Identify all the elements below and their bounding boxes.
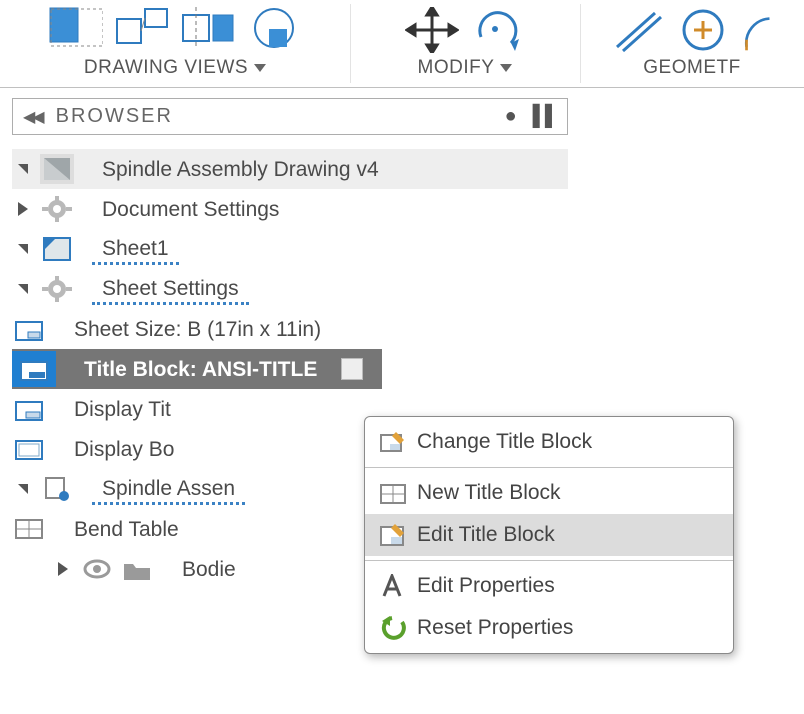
menu-item-label: New Title Block (417, 481, 561, 505)
tree-node-title-block[interactable]: Title Block: ANSI-TITLE (12, 349, 382, 389)
menu-item-reset-properties[interactable]: Reset Properties (365, 607, 733, 649)
section-view-icon[interactable] (181, 7, 235, 53)
change-icon (379, 429, 407, 455)
edit-properties-icon (379, 573, 407, 599)
new-title-block-icon (379, 480, 407, 506)
tree-node-sheet[interactable]: Sheet1 (12, 229, 568, 269)
edit-title-block-icon (379, 522, 407, 548)
sheet-size-icon (12, 314, 46, 344)
expand-toggle[interactable] (12, 198, 34, 220)
menu-item-label: Edit Title Block (417, 523, 555, 547)
menu-item-label: Edit Properties (417, 574, 555, 598)
projected-view-icon[interactable] (115, 7, 169, 53)
line-icon[interactable] (611, 7, 665, 53)
title-block-icon (12, 394, 46, 424)
context-menu: Change Title Block New Title Block Edit … (364, 416, 734, 654)
arc-icon[interactable] (743, 7, 773, 53)
tree-node-label: Bend Table (64, 515, 189, 544)
menu-item-change-title-block[interactable]: Change Title Block (365, 421, 733, 463)
dock-icon[interactable]: ▌▌ (533, 105, 557, 128)
visibility-icon[interactable] (80, 554, 114, 584)
menu-separator (365, 467, 733, 468)
component-icon (40, 474, 74, 504)
options-toggle[interactable] (341, 358, 363, 380)
tree-node-sheet-size[interactable]: Sheet Size: B (17in x 11in) (12, 309, 568, 349)
tree-node-label: Bodie (172, 555, 246, 584)
reset-icon (379, 615, 407, 641)
expand-toggle[interactable] (12, 478, 34, 500)
ribbon-group-label: GEOMETF (643, 57, 740, 79)
ribbon-toolbar: DRAWING VIEWS MODIFY (0, 0, 804, 88)
ribbon-group-label[interactable]: DRAWING VIEWS (84, 57, 266, 79)
tree-node-label: Spindle Assen (92, 474, 245, 505)
chevron-down-icon (500, 64, 512, 72)
title-block-icon (12, 351, 56, 387)
chevron-down-icon (254, 64, 266, 72)
expand-toggle[interactable] (12, 238, 34, 260)
minimize-icon[interactable]: ● (505, 105, 519, 128)
ribbon-group-drawing-views: DRAWING VIEWS (0, 0, 350, 87)
tree-node-label: Sheet Size: B (17in x 11in) (64, 315, 331, 344)
tree-node-doc-settings[interactable]: Document Settings (12, 189, 568, 229)
base-view-icon[interactable] (49, 7, 103, 53)
ribbon-group-label[interactable]: MODIFY (418, 57, 513, 79)
tree-node-label: Spindle Assembly Drawing v4 (92, 155, 389, 184)
menu-item-edit-title-block[interactable]: Edit Title Block (365, 514, 733, 556)
expand-toggle[interactable] (12, 158, 34, 180)
gear-icon (40, 274, 74, 304)
tree-node-root[interactable]: Spindle Assembly Drawing v4 (12, 149, 568, 189)
tree-node-label: Display Tit (64, 395, 181, 424)
circle-icon[interactable] (677, 7, 731, 53)
menu-separator (365, 560, 733, 561)
browser-title: BROWSER (56, 105, 173, 128)
tree-node-label: Sheet Settings (92, 274, 249, 305)
folder-icon (120, 554, 154, 584)
expand-toggle[interactable] (52, 558, 74, 580)
tree-node-label: Display Bo (64, 435, 184, 464)
tree-node-label: Sheet1 (92, 234, 179, 265)
gear-icon (40, 194, 74, 224)
detail-view-icon[interactable] (247, 7, 301, 53)
menu-item-label: Reset Properties (417, 616, 573, 640)
expand-toggle[interactable] (12, 278, 34, 300)
drawing-icon (40, 154, 74, 184)
tree-node-label: Document Settings (92, 195, 289, 224)
tree-node-label: Title Block: ANSI-TITLE (74, 355, 327, 384)
menu-item-edit-properties[interactable]: Edit Properties (365, 565, 733, 607)
sheet-icon (40, 234, 74, 264)
table-icon (12, 514, 46, 544)
ribbon-group-geometry: GEOMETF (580, 0, 804, 87)
move-icon[interactable] (405, 7, 459, 53)
collapse-panel-icon[interactable]: ◀◀ (23, 107, 42, 127)
menu-item-label: Change Title Block (417, 430, 592, 454)
border-icon (12, 434, 46, 464)
tree-node-sheet-settings[interactable]: Sheet Settings (12, 269, 568, 309)
rotate-icon[interactable] (471, 7, 525, 53)
browser-panel-header[interactable]: ◀◀ BROWSER ● ▌▌ (12, 98, 568, 135)
ribbon-group-modify: MODIFY (350, 0, 580, 87)
menu-item-new-title-block[interactable]: New Title Block (365, 472, 733, 514)
